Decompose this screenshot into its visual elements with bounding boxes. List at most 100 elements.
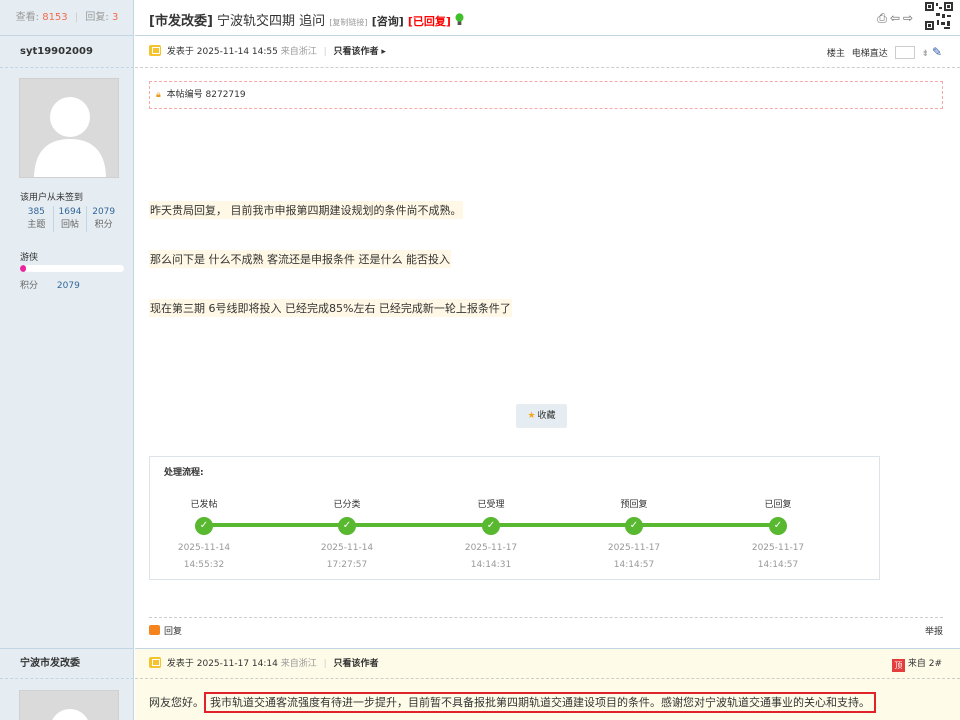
post-location: 来自浙江 [280,47,317,57]
default-avatar-icon [34,97,106,177]
author-stats: 385 主题 1694 回帖 2079 积分 [20,206,120,232]
stat-label: 回帖 [61,220,80,230]
step-time: 17:27:57 [326,560,368,570]
process-title: 处理流程: [164,468,204,478]
process-step: 已回复 ✓ 2025-11-17 14:14:57 [733,499,823,571]
post-body-line: 现在第三期 6号线即将投入 已经完成85%左右 已经完成新一轮上报条件了 [149,299,512,317]
jump-floor-label: 电梯直达 [851,49,888,59]
reply-post: 发表于 2025-11-17 14:14 来自浙江 | 只看该作者 顶来自 2#… [135,649,960,720]
stats-divider: | [74,12,79,23]
only-author-link[interactable]: 只看该作者 [334,47,379,57]
step-name: 已受理 [477,500,505,510]
step-name: 已回复 [764,500,792,510]
stat-value: 2079 [92,207,116,217]
title-category[interactable]: [市发改委] [149,14,213,29]
chevron-right-icon: ▸ [381,47,386,57]
posted-icon [149,657,161,668]
step-name: 预回复 [620,500,648,510]
default-avatar-icon [52,709,88,720]
sign-status: 该用户从未签到 [20,193,84,203]
points-label: 积分 [20,281,39,291]
points-value: 2079 [56,281,80,291]
only-author-link[interactable]: 只看该作者 [334,659,379,669]
step-time: 14:55:32 [183,560,225,570]
tag-replied: [已回复] [407,15,451,28]
step-date: 2025-11-14 [320,543,374,553]
process-step: 预回复 ✓ 2025-11-17 14:14:57 [589,499,679,571]
post-meta-bar: 发表于 2025-11-17 14:14 来自浙江 | 只看该作者 顶来自 2# [135,649,960,679]
jump-arrow-icon[interactable]: ⇟ [922,49,930,59]
post-location: 来自浙江 [280,659,317,669]
check-icon: ✓ [195,517,213,535]
check-icon: ✓ [769,517,787,535]
meta-divider: | [323,47,327,57]
process-step: 已发帖 ✓ 2025-11-14 14:55:32 [159,499,249,571]
thread-title: [市发改委] 宁波轨交四期 追问 [复制链接] [咨询] [已回复] [149,10,464,29]
stat-label: 积分 [94,220,113,230]
thread-stats: 查看: 8153 | 回复: 3 [0,0,134,36]
thread-tools: ⎙⇦⇨ [877,11,916,26]
process-step: 已受理 ✓ 2025-11-17 14:14:31 [446,499,536,571]
reply-greeting: 网友您好。 [149,696,204,709]
copy-link-button[interactable]: [复制链接] [329,18,367,27]
stat-value: 385 [27,207,45,217]
post-body-line: 昨天贵局回复， 目前我市申报第四期建设规划的条件尚不成熟。 [149,201,463,219]
floor-tools: 楼主 电梯直达 ⇟ ✎ [827,36,942,70]
stat-points[interactable]: 2079 积分 [87,206,120,232]
post-date: 发表于 2025-11-17 14:14 [166,659,278,669]
print-icon[interactable]: ⎙ [877,11,890,25]
step-name: 已分类 [333,500,361,510]
views-count: 8153 [42,12,68,23]
edit-pen-icon[interactable]: ✎ [932,45,942,59]
step-time: 14:14:31 [470,560,512,570]
reply-body: 网友您好。 我市轨道交通客流强度有待进一步提升，目前暂不具备报批第四期轨道交通建设… [149,692,876,713]
replies-label: 回复: [85,12,109,23]
floor-number[interactable]: 来自 2# [908,659,942,669]
rank-progress-bar [20,265,124,272]
post-actions: 回复 举报 [149,617,943,645]
stat-topics[interactable]: 385 主题 [20,206,54,232]
floor-info: 顶来自 2# [891,649,942,679]
step-time: 14:14:57 [613,560,655,570]
stat-label: 主题 [27,220,46,230]
reply-icon [149,625,160,635]
replies-count: 3 [111,12,119,23]
floor-label: 楼主 [826,49,845,59]
step-name: 已发帖 [190,500,218,510]
star-icon: ★ [527,411,536,421]
title-text: 宁波轨交四期 追问 [217,14,326,29]
report-button[interactable]: 举报 [925,618,943,646]
author-name[interactable]: syt19902009 [0,36,134,68]
post-id: 本帖编号 8272719 [166,90,246,100]
check-icon: ✓ [625,517,643,535]
post-id-box: 🔒︎ 本帖编号 8272719 [149,81,943,109]
jump-floor-input[interactable] [894,46,915,59]
author2-name[interactable]: 宁波市发改委 [0,649,134,679]
posted-icon [149,45,161,56]
step-time: 14:14:57 [757,560,799,570]
author-sidebar: 查看: 8153 | 回复: 3 syt19902009 该用户从未签到 385… [0,0,134,720]
qr-code-icon[interactable] [924,1,954,31]
avatar[interactable] [19,690,119,720]
lock-icon: 🔒︎ [156,90,161,100]
tag-consult[interactable]: [咨询] [372,15,404,28]
next-thread-icon[interactable]: ⇨ [903,11,916,25]
author-rank: 游侠 [20,253,39,263]
thread-main: [市发改委] 宁波轨交四期 追问 [复制链接] [咨询] [已回复] ⎙⇦⇨ 发… [135,0,960,720]
top-badge: 顶 [891,659,905,672]
step-date: 2025-11-17 [607,543,661,553]
check-icon: ✓ [338,517,356,535]
stat-posts[interactable]: 1694 回帖 [54,206,88,232]
prev-thread-icon[interactable]: ⇦ [890,11,903,25]
post-body-line: 那么问下是 什么不成熟 客流还是申报条件 还是什么 能否投入 [149,250,451,268]
lightbulb-icon [455,13,464,25]
views-label: 查看: [15,12,40,23]
favorite-button[interactable]: ★ 收藏 [516,404,567,428]
avatar[interactable] [19,78,119,178]
step-date: 2025-11-17 [464,543,518,553]
process-step: 已分类 ✓ 2025-11-14 17:27:57 [302,499,392,571]
reply-button[interactable]: 回复 [164,627,182,637]
post-date: 发表于 2025-11-14 14:55 [166,47,278,57]
process-timeline: 处理流程: 已发帖 ✓ 2025-11-14 14:55:32 已分类 ✓ 20… [149,456,880,580]
step-date: 2025-11-17 [751,543,805,553]
